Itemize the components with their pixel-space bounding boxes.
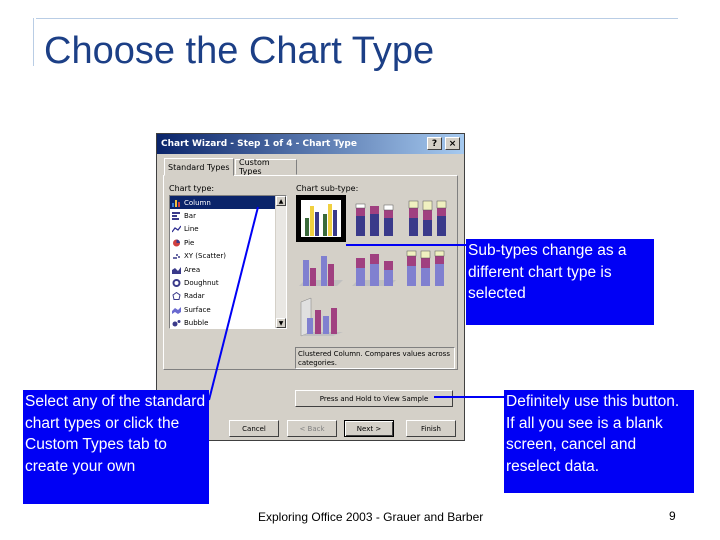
- cancel-button[interactable]: Cancel: [229, 420, 279, 437]
- column-chart-icon: [172, 199, 180, 207]
- subtype-3d-clustered-column[interactable]: [296, 245, 346, 292]
- dialog-titlebar[interactable]: Chart Wizard - Step 1 of 4 - Chart Type …: [157, 134, 464, 154]
- tab-standard-types[interactable]: Standard Types: [164, 158, 234, 176]
- scroll-down-button[interactable]: ▼: [276, 318, 286, 328]
- chart-subtype-grid: [296, 195, 454, 343]
- help-button[interactable]: ?: [427, 137, 442, 150]
- doughnut-chart-icon: [172, 279, 181, 288]
- tab-custom-types[interactable]: Custom Types: [235, 158, 297, 176]
- subtypes-callout: Sub-types change as a different chart ty…: [466, 239, 654, 325]
- slide-footer: Exploring Office 2003 - Grauer and Barbe…: [258, 510, 484, 524]
- next-button[interactable]: Next >: [344, 420, 394, 437]
- select-types-callout: Select any of the standard chart types o…: [23, 390, 209, 504]
- press-and-hold-button[interactable]: Press and Hold to View Sample: [295, 390, 453, 407]
- chart-type-label-text: Bubble: [184, 319, 209, 328]
- 3d-clustered-column-thumbnail: [299, 256, 343, 286]
- chart-type-item-bar[interactable]: Bar: [170, 209, 286, 222]
- chart-type-label: Chart type:: [169, 184, 215, 193]
- area-chart-icon: [172, 266, 181, 274]
- chart-type-item-pie[interactable]: Pie: [170, 236, 286, 249]
- chart-type-label-text: Line: [184, 225, 199, 234]
- subtype-3d-column[interactable]: [296, 295, 346, 342]
- chart-type-list[interactable]: Column Bar Line Pie XY (Scatter) Area Do…: [169, 195, 287, 329]
- chart-type-item-radar[interactable]: Radar: [170, 290, 286, 303]
- chart-type-label-text: Column: [184, 198, 211, 207]
- subtype-clustered-column[interactable]: [296, 195, 346, 242]
- chart-subtype-label: Chart sub-type:: [296, 184, 359, 193]
- chart-type-item-surface[interactable]: Surface: [170, 303, 286, 316]
- line-chart-icon: [172, 226, 181, 233]
- chart-type-item-doughnut[interactable]: Doughnut: [170, 276, 286, 289]
- press-hold-callout: Definitely use this button. If all you s…: [504, 390, 694, 493]
- back-button[interactable]: < Back: [287, 420, 337, 437]
- chart-type-item-area[interactable]: Area: [170, 263, 286, 276]
- chart-type-label-text: Bar: [184, 212, 196, 221]
- stacked-column-thumbnail: [355, 203, 394, 236]
- dialog-title: Chart Wizard - Step 1 of 4 - Chart Type: [161, 139, 357, 149]
- chart-type-item-column[interactable]: Column: [170, 196, 286, 210]
- 3d-column-thumbnail: [300, 297, 343, 337]
- scroll-up-button[interactable]: ▲: [276, 196, 286, 206]
- slide-title: Choose the Chart Type: [44, 30, 435, 72]
- chart-type-item-line[interactable]: Line: [170, 223, 286, 236]
- subtype-100-stacked-column[interactable]: [402, 195, 452, 242]
- title-decoration-line: [36, 18, 678, 19]
- pie-chart-icon: [173, 239, 180, 247]
- chart-type-label-text: Surface: [184, 305, 211, 314]
- chart-type-label-text: Pie: [184, 238, 195, 247]
- page-number: 9: [669, 509, 676, 523]
- chart-type-label-text: XY (Scatter): [184, 252, 227, 261]
- chart-type-label-text: Area: [184, 265, 201, 274]
- clustered-column-thumbnail: [301, 200, 341, 237]
- 3d-percent-stacked-column-thumbnail: [406, 250, 445, 286]
- subtype-stacked-column[interactable]: [349, 195, 399, 242]
- subtype-description: Clustered Column. Compares values across…: [295, 347, 455, 369]
- chart-type-label-text: Radar: [184, 292, 205, 301]
- title-decoration-bracket: [33, 18, 34, 66]
- bubble-chart-icon: [172, 320, 181, 327]
- subtype-3d-stacked-column[interactable]: [349, 245, 399, 292]
- radar-chart-icon: [172, 292, 181, 301]
- chart-type-item-scatter[interactable]: XY (Scatter): [170, 250, 286, 263]
- percent-stacked-column-thumbnail: [408, 200, 447, 236]
- close-button[interactable]: ×: [445, 137, 460, 150]
- finish-button[interactable]: Finish: [406, 420, 456, 437]
- bar-chart-icon: [172, 212, 180, 221]
- chart-type-label-text: Doughnut: [184, 279, 219, 288]
- chart-type-item-bubble[interactable]: Bubble: [170, 317, 286, 328]
- subtype-3d-100-stacked-column[interactable]: [402, 245, 452, 292]
- scatter-chart-icon: [173, 254, 180, 260]
- chart-type-scrollbar[interactable]: ▲ ▼: [275, 196, 286, 328]
- 3d-stacked-column-thumbnail: [352, 254, 396, 286]
- surface-chart-icon: [172, 306, 181, 314]
